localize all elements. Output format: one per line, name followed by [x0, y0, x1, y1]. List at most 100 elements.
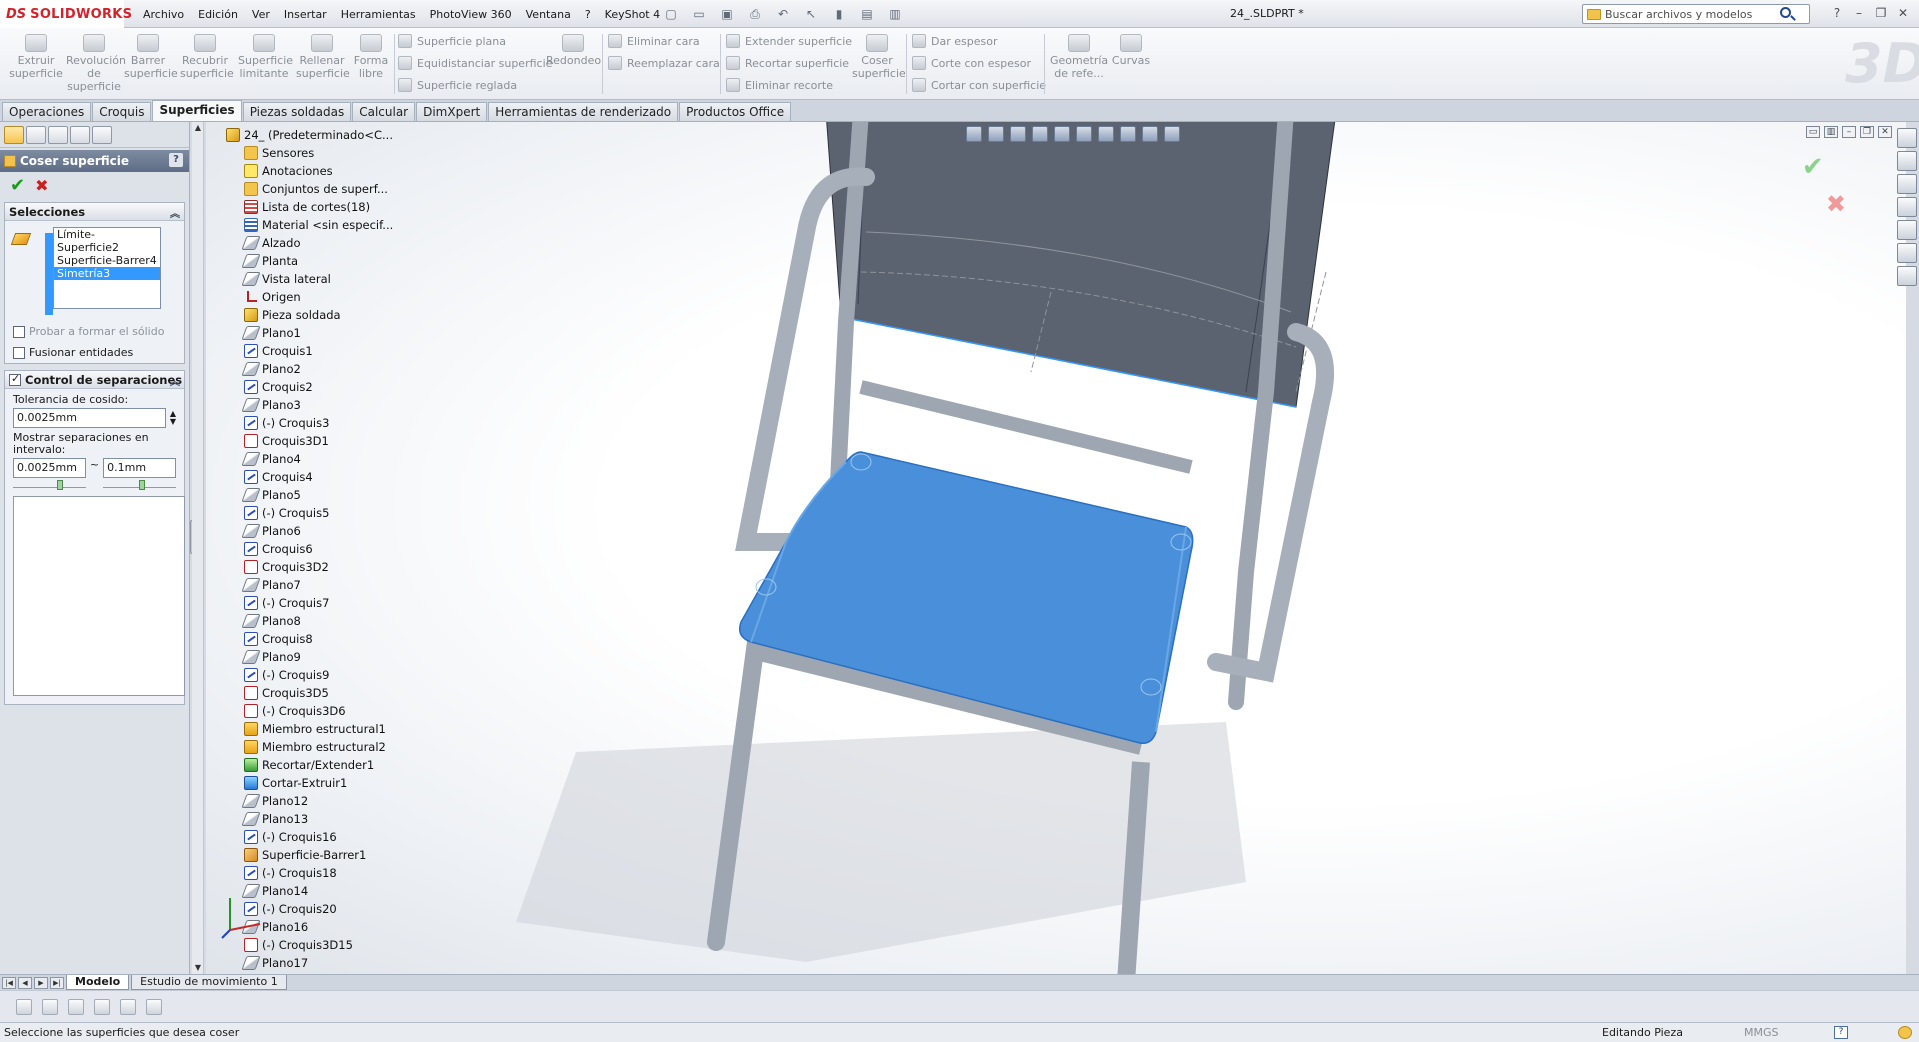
viewport-minimize-icon[interactable]: –	[1842, 126, 1856, 138]
search-input[interactable]: Buscar archivos y modelos	[1605, 8, 1752, 21]
tree-item[interactable]: (-) Croquis3D6	[244, 702, 393, 720]
range-max-slider[interactable]	[103, 480, 176, 490]
tree-item[interactable]: Pieza soldada	[244, 306, 393, 324]
rear-cross-tube[interactable]	[859, 380, 1193, 474]
tree-item[interactable]: Croquis3D1	[244, 432, 393, 450]
range-min-slider[interactable]	[13, 480, 86, 490]
display-manager-icon[interactable]	[92, 126, 112, 144]
tree-item[interactable]: Plano7	[241, 576, 393, 594]
tree-item[interactable]: Croquis6	[244, 540, 393, 558]
scroll-down-icon[interactable]: ▼	[192, 962, 204, 974]
dimension-icon[interactable]	[120, 998, 136, 1015]
tree-item[interactable]: (-) Croquis16	[244, 828, 393, 846]
tab-6[interactable]: Herramientas de renderizado	[488, 102, 679, 121]
revolve-surface-button[interactable]: Revolución de superficie	[66, 34, 126, 93]
tree-item[interactable]: Recortar/Extender1	[244, 756, 393, 774]
planar-surface-button[interactable]: Superficie plana	[398, 34, 506, 48]
tree-item[interactable]: Plano4	[241, 450, 393, 468]
viewport-close-icon[interactable]: ✕	[1878, 126, 1892, 138]
open-document-icon[interactable]: ▭	[688, 5, 710, 23]
freeform-button[interactable]: Forma libre	[352, 34, 390, 80]
selection-item[interactable]: Simetría3	[54, 267, 160, 280]
new-document-icon[interactable]: ▢	[660, 5, 682, 23]
selection-item[interactable]: Límite-Superficie2	[54, 228, 160, 254]
rebuild-status-icon[interactable]	[1898, 1026, 1912, 1039]
menu-item-7[interactable]: ?	[578, 8, 598, 21]
edit-appearance-icon[interactable]	[1120, 126, 1136, 142]
tree-item[interactable]: Croquis4	[244, 468, 393, 486]
align-icon[interactable]	[94, 998, 110, 1015]
save-icon[interactable]: ▣	[716, 5, 738, 23]
resources-icon[interactable]	[1897, 128, 1917, 148]
collapse-icon[interactable]: ︽	[170, 205, 180, 220]
configuration-manager-icon[interactable]	[48, 126, 68, 144]
chart-icon[interactable]	[146, 998, 162, 1015]
cancel-button[interactable]: ✖	[35, 176, 48, 195]
graphics-area[interactable]: ▭ ▥ – ❐ ✕ ✔ ✖ 24_ (Predeterminado<C... S…	[206, 122, 1906, 974]
tree-item[interactable]: Miembro estructural1	[244, 720, 393, 738]
selections-header[interactable]: Selecciones ︽	[5, 203, 184, 221]
last-tab-icon[interactable]: ▶|	[50, 976, 64, 989]
menu-item-1[interactable]: Edición	[191, 8, 245, 21]
select-icon[interactable]: ↖	[800, 5, 822, 23]
reference-geometry-button[interactable]: Geometría de refe...	[1050, 34, 1108, 80]
tree-item[interactable]: Conjuntos de superf...	[244, 180, 393, 198]
slider-thumb[interactable]	[57, 480, 63, 490]
gap-control-checkbox[interactable]	[9, 372, 21, 386]
display-style-icon[interactable]	[1076, 126, 1092, 142]
custom-properties-icon[interactable]	[1897, 266, 1917, 286]
tree-item[interactable]: Plano6	[241, 522, 393, 540]
tree-item[interactable]: Plano9	[241, 648, 393, 666]
previous-view-icon[interactable]	[1010, 126, 1026, 142]
zoom-to-fit-icon[interactable]	[966, 126, 982, 142]
section-view-icon[interactable]	[1032, 126, 1048, 142]
close-button[interactable]: ✕	[1893, 4, 1913, 22]
trim-surface-button[interactable]: Recortar superficie	[726, 56, 849, 70]
tab-2[interactable]: Superficies	[152, 100, 242, 121]
tree-root[interactable]: 24_ (Predeterminado<C...	[226, 126, 393, 144]
hide-show-items-icon[interactable]	[1098, 126, 1114, 142]
tree-item[interactable]: Plano13	[241, 810, 393, 828]
sweep-surface-button[interactable]: Barrer superficie	[124, 34, 178, 80]
file-properties-icon[interactable]: ▤	[856, 5, 878, 23]
tab-5[interactable]: DimXpert	[416, 102, 488, 121]
fillet-button[interactable]: Redondeo	[546, 34, 601, 67]
tree-item[interactable]: (-) Croquis7	[244, 594, 393, 612]
apply-scene-icon[interactable]	[1142, 126, 1158, 142]
tab-4[interactable]: Calcular	[352, 102, 416, 121]
tree-item[interactable]: Material <sin especif...	[244, 216, 393, 234]
ok-button[interactable]: ✔	[10, 175, 25, 196]
dimxpert-manager-icon[interactable]	[70, 126, 90, 144]
viewport-restore-icon[interactable]: ❐	[1860, 126, 1874, 138]
appearances-icon[interactable]	[1897, 243, 1917, 263]
cut-with-surface-button[interactable]: Cortar con superficie	[912, 78, 1046, 92]
boundary-surface-button[interactable]: Superficie limitante	[238, 34, 293, 80]
tolerance-input[interactable]: 0.0025mm	[13, 408, 166, 428]
tree-item[interactable]: Croquis3D5	[244, 684, 393, 702]
tree-item[interactable]: Plano2	[241, 360, 393, 378]
tab-model[interactable]: Modelo	[66, 975, 130, 990]
tree-item[interactable]: Anotaciones	[244, 162, 393, 180]
copy-icon[interactable]	[16, 998, 32, 1015]
tree-item[interactable]: (-) Croquis5	[244, 504, 393, 522]
tree-item[interactable]: (-) Croquis18	[244, 864, 393, 882]
tree-item[interactable]: Croquis2	[244, 378, 393, 396]
scroll-up-icon[interactable]: ▲	[192, 122, 204, 134]
thickened-cut-button[interactable]: Corte con espesor	[912, 56, 1031, 70]
tree-item[interactable]: Croquis3D2	[244, 558, 393, 576]
knit-surface-button[interactable]: Coser superficie	[852, 34, 906, 80]
tree-item[interactable]: Origen	[244, 288, 393, 306]
range-min-input[interactable]: 0.0025mm	[13, 458, 86, 478]
list-icon[interactable]	[68, 998, 84, 1015]
ruled-surface-button[interactable]: Superficie reglada	[398, 78, 517, 92]
try-form-solid-option[interactable]: Probar a formar el sólido	[5, 321, 184, 342]
tab-1[interactable]: Croquis	[92, 102, 152, 121]
paste-icon[interactable]	[42, 998, 58, 1015]
confirm-ok-icon[interactable]: ✔	[1802, 152, 1846, 182]
selection-item[interactable]: Superficie-Barrer4	[54, 254, 160, 267]
selection-list[interactable]: Límite-Superficie2 Superficie-Barrer4 Sime…	[53, 227, 161, 309]
delete-face-button[interactable]: Eliminar cara	[608, 34, 700, 48]
tree-item[interactable]: Croquis8	[244, 630, 393, 648]
restore-button[interactable]: ❐	[1871, 4, 1891, 22]
feature-manager-icon[interactable]	[4, 126, 24, 144]
